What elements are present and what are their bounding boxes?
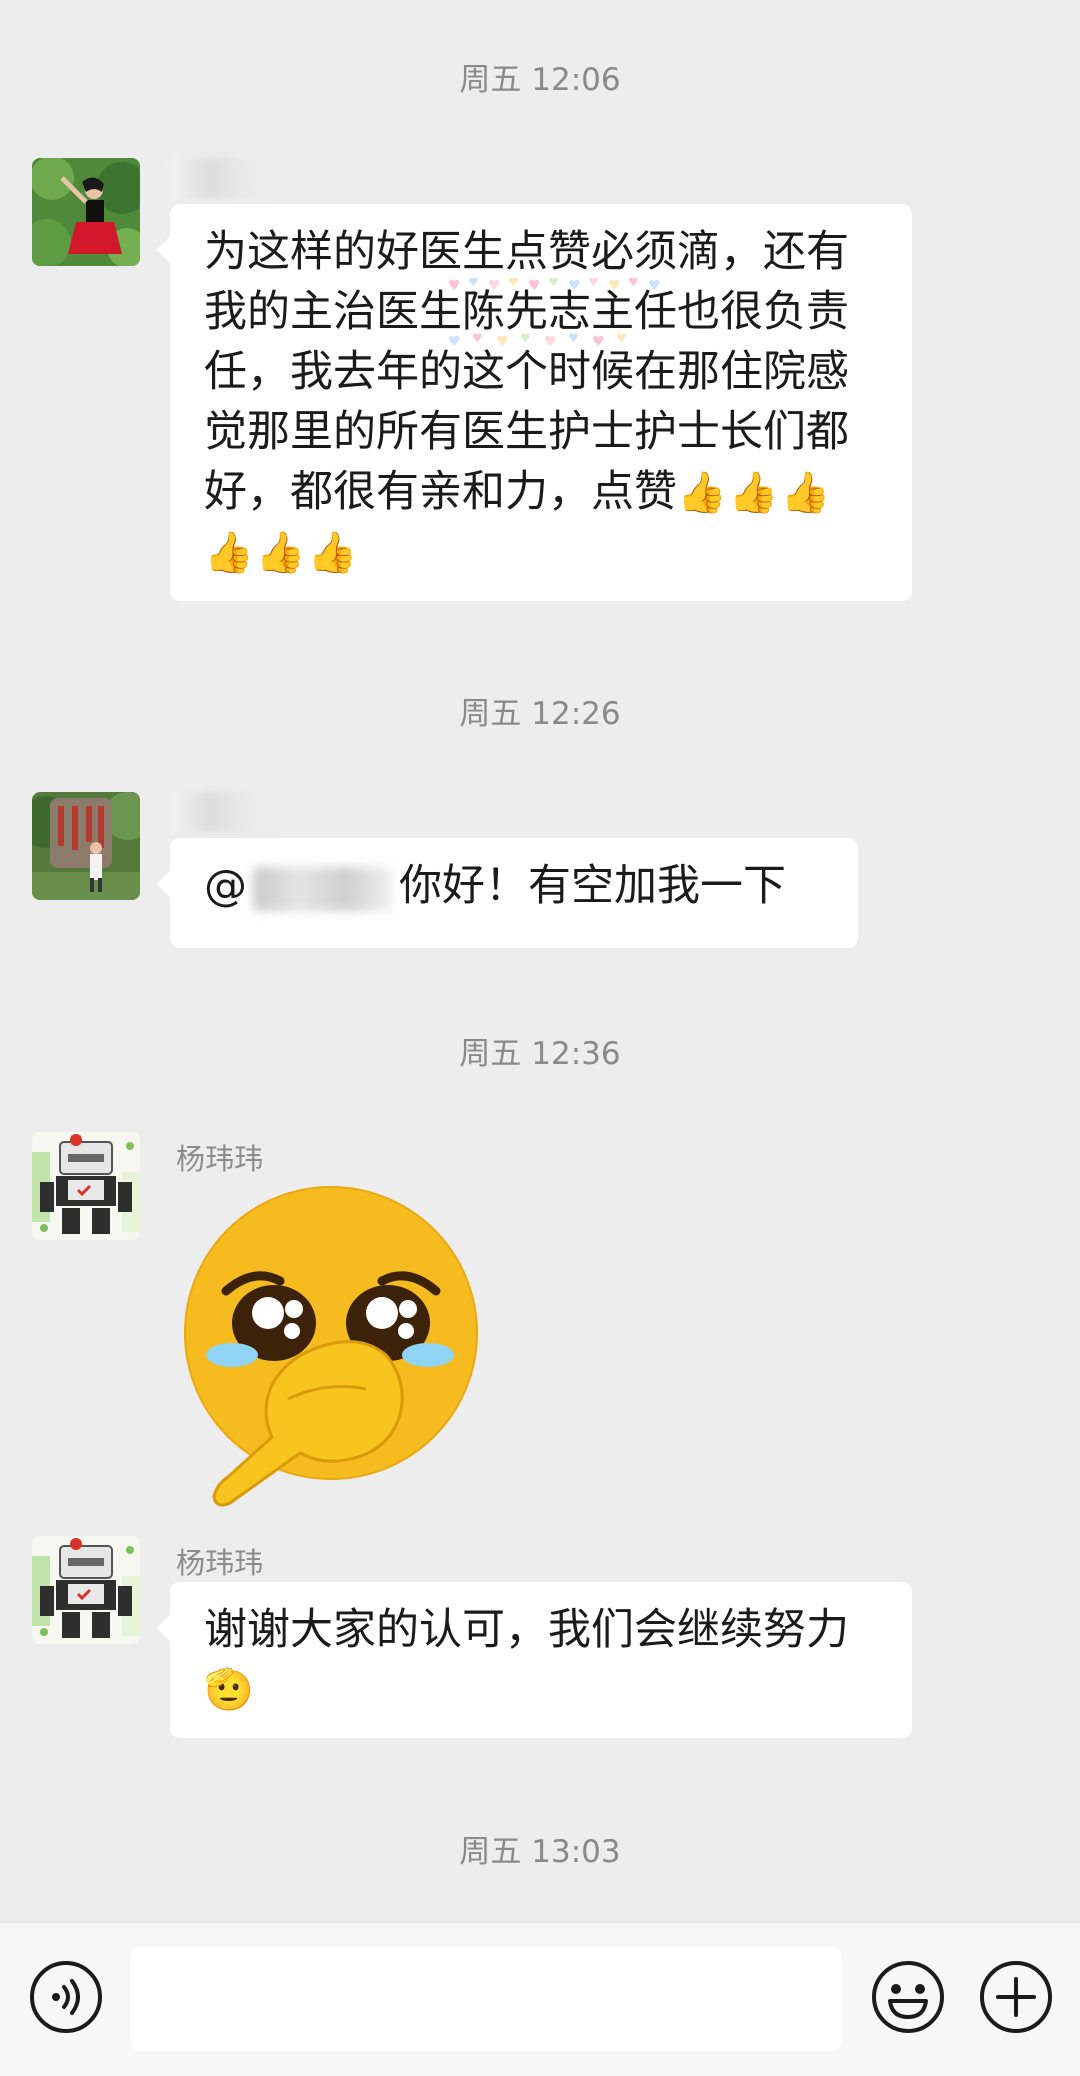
svg-text:♥: ♥ — [544, 334, 557, 348]
avatar-robot-cartoon — [32, 1132, 140, 1240]
hearts-decoration-icon: ♥ ♥ ♥ ♥ ♥ ♥ ♥ ♥ ♥ ♥ ♥ ♥ ♥ ♥ ♥ ♥ ♥ ♥ ♥ — [448, 278, 661, 348]
message-bubble[interactable]: 为这样的好医生点赞必须滴，还有 我的主治医生陈先志主任也很负责 任，我去年的这个… — [156, 204, 912, 601]
sender-name: 杨玮玮 — [176, 1546, 264, 1580]
svg-text:♥: ♥ — [468, 278, 479, 289]
voice-icon — [30, 1961, 102, 2033]
message-line: 为这样的好医生点赞必须滴，还有 — [204, 227, 849, 277]
message-bubble[interactable]: @ 你好！有空加我一下 — [156, 838, 858, 948]
voice-button[interactable] — [28, 1959, 104, 2035]
sender-name-redacted — [170, 158, 270, 198]
timestamp: 周五 12:36 — [459, 1036, 621, 1072]
smiley-icon — [872, 1961, 944, 2033]
svg-text:♥: ♥ — [520, 331, 531, 345]
svg-text:♥: ♥ — [616, 331, 627, 345]
svg-text:♥: ♥ — [472, 331, 483, 345]
avatar-photo-woman-garden — [32, 158, 140, 266]
crying-face-sticker-icon[interactable] — [176, 1185, 486, 1515]
saluting-face-icon: 🫡 — [204, 1667, 256, 1713]
svg-text:♥: ♥ — [648, 278, 661, 294]
thumbs-up-icon: 👍👍👍 — [677, 470, 833, 516]
svg-text:♥: ♥ — [568, 278, 581, 294]
svg-text:♥: ♥ — [448, 278, 461, 294]
message-line: 觉那里的所有医生护士护士长们都 — [204, 407, 849, 457]
mention-at: @ — [204, 861, 247, 911]
message-text: 好，都很有亲和力，点赞 — [204, 467, 677, 517]
svg-text:♥: ♥ — [568, 331, 579, 345]
avatar[interactable] — [32, 158, 140, 266]
message-bubble[interactable]: 谢谢大家的认可，我们会继续努力 🫡 — [156, 1582, 912, 1738]
svg-text:♥: ♥ — [496, 334, 509, 348]
svg-text:♥: ♥ — [628, 278, 639, 289]
input-bar — [0, 1922, 1080, 2076]
svg-text:♥: ♥ — [508, 278, 519, 289]
avatar-photo-stone-tablet — [32, 792, 140, 900]
sender-name-redacted — [170, 792, 270, 832]
sender-name: 杨玮玮 — [176, 1142, 264, 1176]
avatar[interactable] — [32, 1132, 140, 1240]
timestamp: 周五 12:26 — [459, 696, 621, 732]
svg-text:♥: ♥ — [592, 334, 605, 348]
svg-text:♥: ♥ — [588, 278, 599, 289]
svg-text:♥: ♥ — [448, 334, 461, 348]
message-input[interactable] — [130, 1947, 842, 2051]
message-text: 你好！有空加我一下 — [399, 861, 786, 911]
avatar[interactable] — [32, 792, 140, 900]
message-line: 好，都很有亲和力，点赞👍👍👍 — [204, 462, 878, 523]
mention-name-redacted — [253, 866, 393, 911]
thumbs-up-icon: 👍👍👍 — [204, 530, 360, 576]
svg-text:♥: ♥ — [528, 278, 541, 294]
plus-button[interactable] — [978, 1959, 1054, 2035]
emoji-button[interactable] — [870, 1959, 946, 2035]
timestamp: 周五 13:03 — [459, 1834, 621, 1870]
message-line: 谢谢大家的认可，我们会继续努力 — [204, 1605, 849, 1655]
avatar[interactable] — [32, 1536, 140, 1644]
timestamp: 周五 12:06 — [459, 62, 621, 98]
message-line: 任，我去年的这个时候在那住院感 — [204, 347, 849, 397]
svg-text:♥: ♥ — [608, 278, 621, 294]
avatar-robot-cartoon — [32, 1536, 140, 1644]
svg-text:♥: ♥ — [548, 278, 559, 289]
plus-icon — [980, 1961, 1052, 2033]
svg-text:♥: ♥ — [488, 278, 501, 294]
